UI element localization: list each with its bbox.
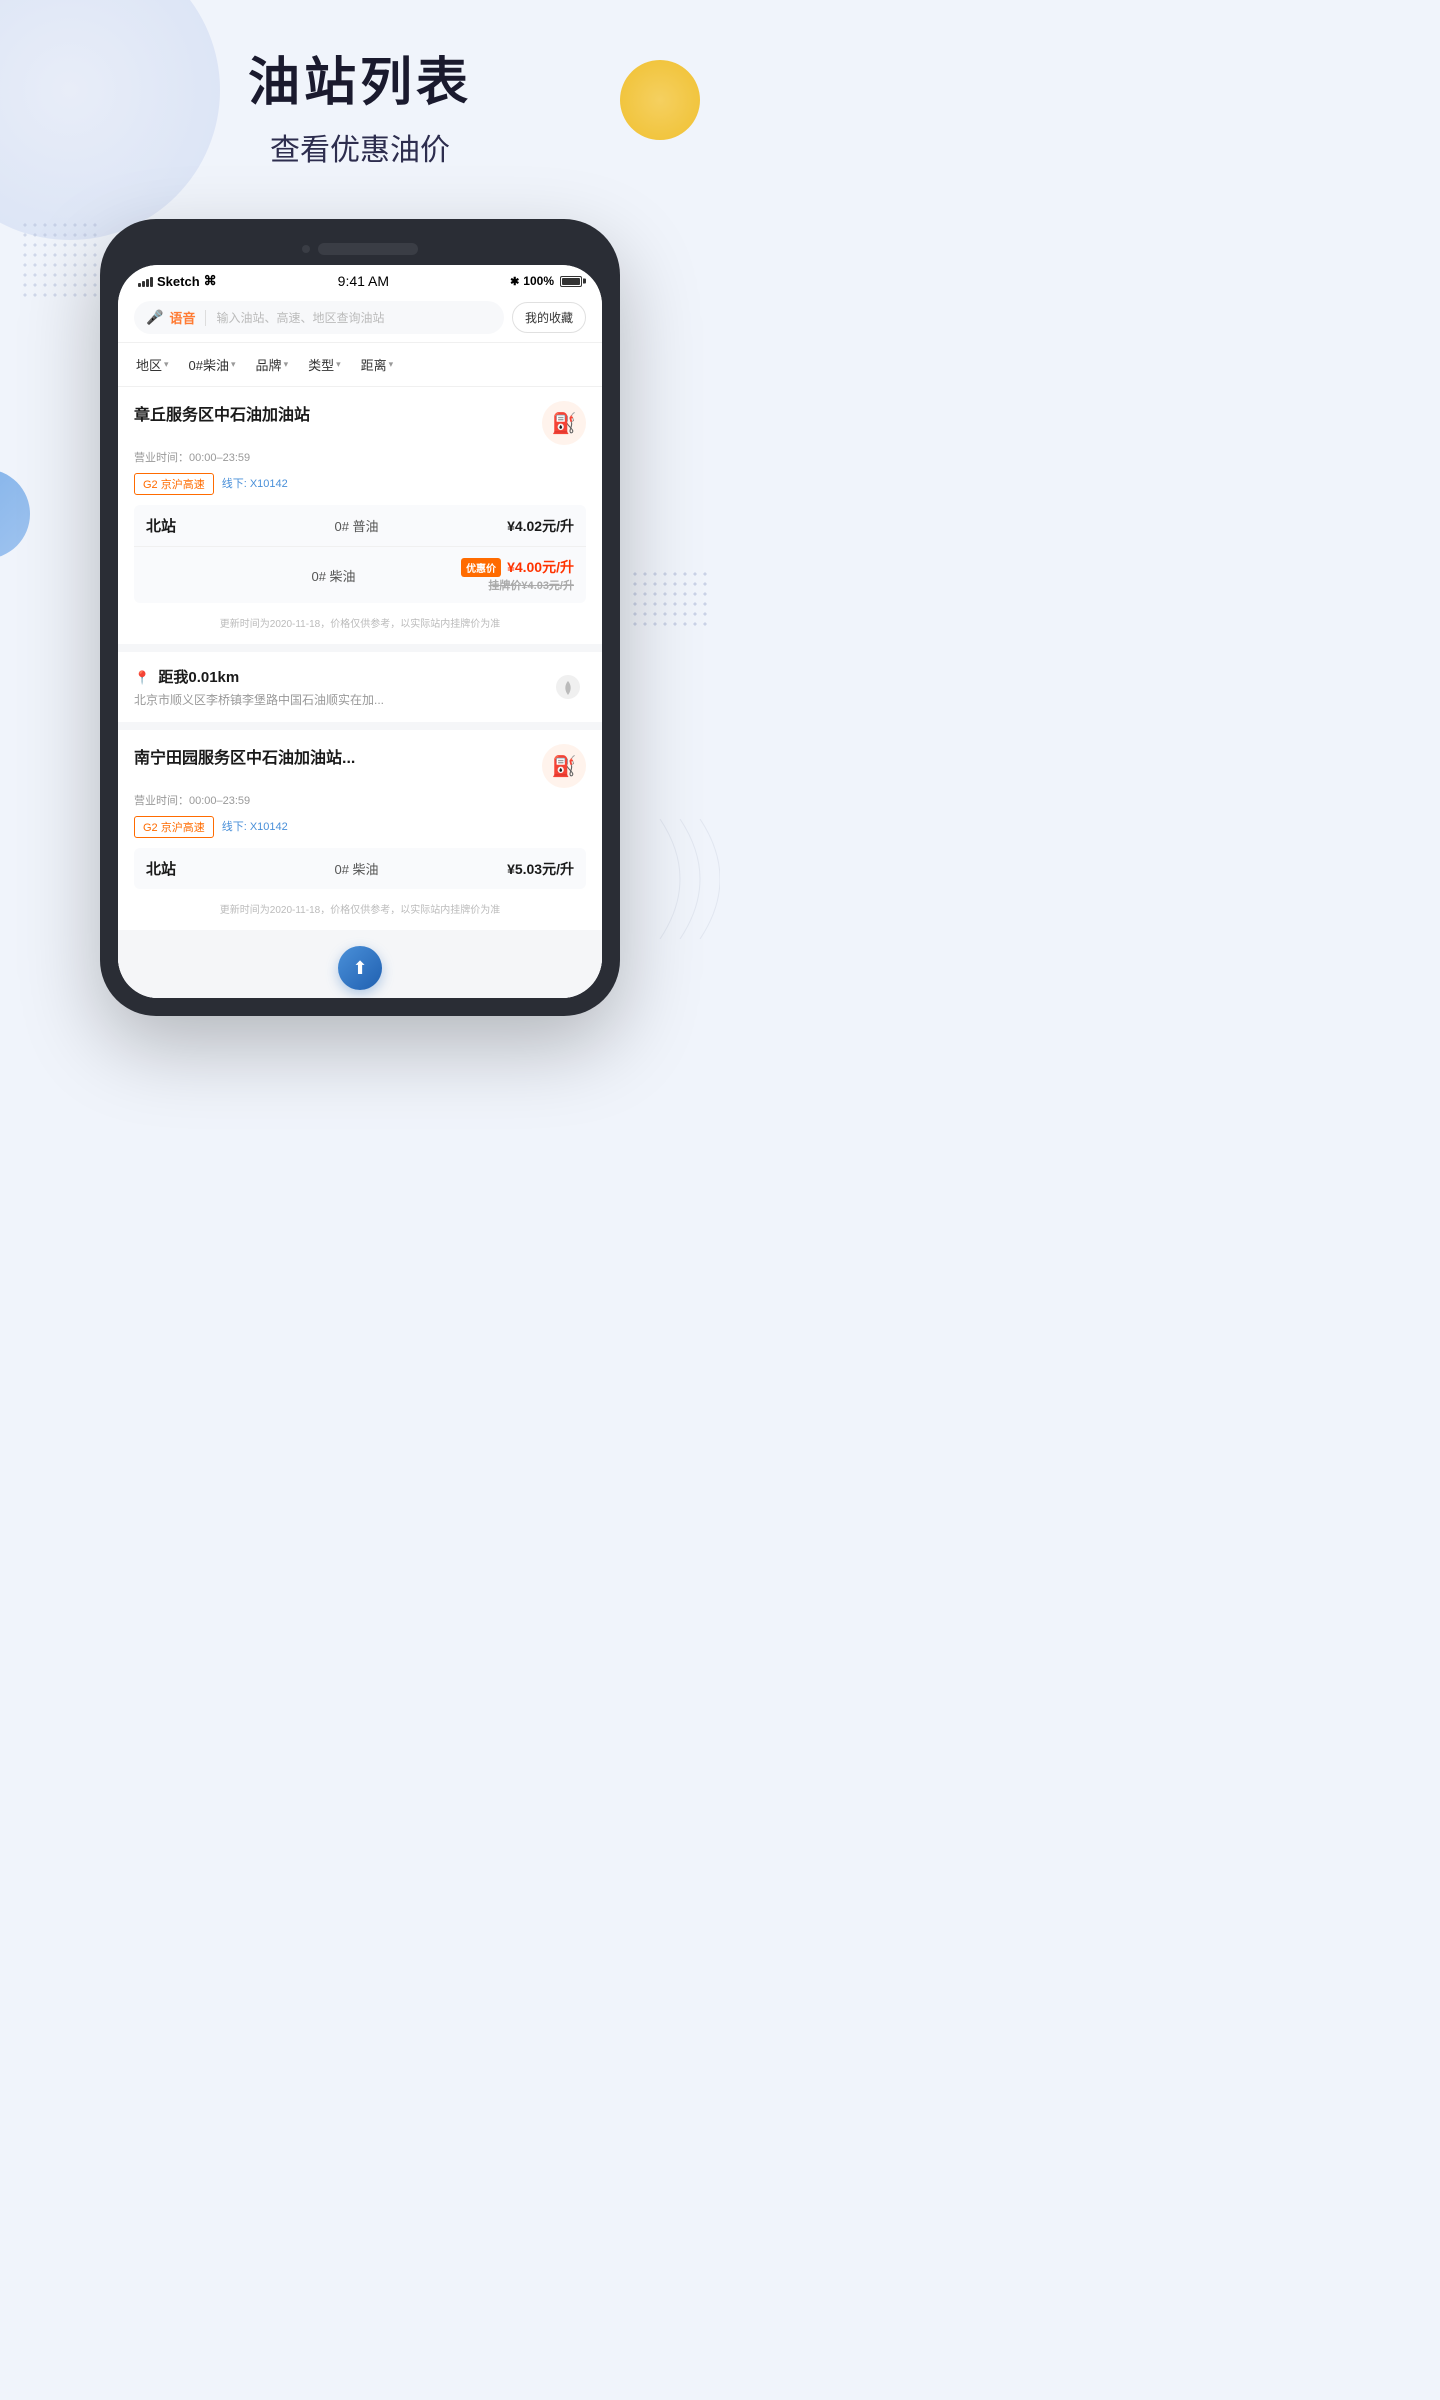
bluetooth-icon: ✱ (510, 275, 519, 288)
battery-fill (562, 278, 580, 285)
battery-icon (560, 276, 582, 287)
station-fuel-icon: ⛽ (542, 401, 586, 445)
discounted-price: ¥4.00元/升 (507, 557, 574, 577)
search-area: 🎤 语音 输入油站、高速、地区查询油站 我的收藏 (118, 293, 602, 343)
filter-type-label: 类型 (308, 355, 334, 374)
price-value-discount: 优惠价 ¥4.00元/升 挂牌价¥4.03元/升 (461, 557, 574, 593)
filter-bar: 地区 ▾ 0#柴油 ▾ 品牌 ▾ 类型 ▾ 距离 ▾ (118, 343, 602, 387)
filter-distance-label: 距离 (361, 355, 387, 374)
tag-line-2: 线下: X10142 (222, 816, 288, 838)
price-table-2: 北站 0# 柴油 ¥5.03元/升 (134, 848, 586, 889)
fab-area: ⬆ (118, 938, 602, 998)
search-divider (205, 310, 206, 326)
phone-mockup-wrapper: Sketch ⌘ 9:41 AM ✱ 100% 🎤 语音 (0, 219, 720, 1016)
tag-highway-2: G2 京沪高速 (134, 816, 214, 838)
signal-icon (138, 275, 153, 287)
price-value-2: ¥5.03元/升 (507, 859, 574, 879)
phone-outer-frame: Sketch ⌘ 9:41 AM ✱ 100% 🎤 语音 (100, 219, 620, 1016)
station-card[interactable]: 章丘服务区中石油加油站 ⛽ 营业时间：00:00–23:59 G2 京沪高速 线… (118, 387, 602, 644)
station-tags: G2 京沪高速 线下: X10142 (134, 473, 586, 495)
carrier-label: Sketch (157, 274, 200, 289)
wifi-icon: ⌘ (204, 273, 217, 289)
page-title: 油站列表 (0, 40, 720, 115)
price-value: ¥4.02元/升 (507, 516, 574, 536)
side-blob-left (0, 469, 30, 559)
station-hours: 营业时间：00:00–23:59 (134, 449, 586, 465)
original-price: 挂牌价¥4.03元/升 (461, 577, 574, 593)
station-header-2: 南宁田园服务区中石油加油站... ⛽ (134, 744, 586, 788)
search-placeholder: 输入油站、高速、地区查询油站 (216, 309, 384, 326)
battery-percentage: 100% (523, 274, 554, 288)
update-time-2: 更新时间为2020-11-18，价格仅供参考，以实际站内挂牌价为准 (134, 897, 586, 916)
voice-label: 语音 (169, 308, 195, 327)
chevron-down-icon: ▾ (231, 359, 236, 370)
distance-address: 北京市顺义区李桥镇李堡路中国石油顺实在加... (134, 691, 550, 708)
station-list: 章丘服务区中石油加油站 ⛽ 营业时间：00:00–23:59 G2 京沪高速 线… (118, 387, 602, 998)
navigate-icon[interactable] (550, 669, 586, 705)
filter-fuel-label: 0#柴油 (189, 355, 229, 374)
chevron-down-icon: ▾ (164, 359, 169, 370)
pin-icon: 📍 (134, 670, 150, 685)
price-row-2: 北站 0# 柴油 ¥5.03元/升 (134, 848, 586, 889)
page-subtitle: 查看优惠油价 (0, 125, 720, 169)
sub-station-label: 北站 (146, 515, 206, 536)
filter-region-label: 地区 (136, 355, 162, 374)
page-header: 油站列表 查看优惠油价 (0, 0, 720, 189)
chevron-down-icon: ▾ (336, 359, 341, 370)
filter-distance[interactable]: 距离 ▾ (353, 351, 402, 378)
price-row-discount: 0# 柴油 优惠价 ¥4.00元/升 挂牌价¥4.03元/升 (134, 547, 586, 603)
status-bar-right: ✱ 100% (510, 274, 582, 288)
station-card-2[interactable]: 南宁田园服务区中石油加油站... ⛽ 营业时间：00:00–23:59 G2 京… (118, 730, 602, 930)
chevron-down-icon: ▾ (284, 359, 289, 370)
fuel-type-label-3: 0# 柴油 (206, 859, 507, 878)
status-bar: Sketch ⌘ 9:41 AM ✱ 100% (118, 265, 602, 293)
station-hours-2: 营业时间：00:00–23:59 (134, 792, 586, 808)
filter-brand-label: 品牌 (256, 355, 282, 374)
chevron-down-icon: ▾ (389, 359, 394, 370)
station-fuel-icon-2: ⛽ (542, 744, 586, 788)
update-time: 更新时间为2020-11-18，价格仅供参考，以实际站内挂牌价为准 (134, 611, 586, 630)
station-name: 章丘服务区中石油加油站 (134, 401, 534, 425)
fuel-type-label-2: 0# 柴油 (206, 566, 461, 585)
phone-notch (118, 237, 602, 261)
search-bar[interactable]: 🎤 语音 输入油站、高速、地区查询油站 (134, 301, 504, 334)
fab-button[interactable]: ⬆ (338, 946, 382, 990)
side-lines-right (620, 819, 720, 939)
tag-line: 线下: X10142 (222, 473, 288, 495)
notch-pill (318, 243, 418, 255)
filter-fuel[interactable]: 0#柴油 ▾ (181, 351, 244, 378)
distance-text: 距我0.01km (158, 669, 239, 686)
side-dots-right (630, 569, 710, 629)
distance-card[interactable]: 📍 距我0.01km 北京市顺义区李桥镇李堡路中国石油顺实在加... (118, 652, 602, 722)
favorites-button[interactable]: 我的收藏 (512, 302, 586, 333)
notch-camera (302, 245, 310, 253)
station-tags-2: G2 京沪高速 线下: X10142 (134, 816, 586, 838)
tag-highway: G2 京沪高速 (134, 473, 214, 495)
filter-region[interactable]: 地区 ▾ (128, 351, 177, 378)
fuel-type-label: 0# 普油 (206, 516, 507, 535)
station-header: 章丘服务区中石油加油站 ⛽ (134, 401, 586, 445)
distance-value: 📍 距我0.01km (134, 666, 550, 687)
filter-type[interactable]: 类型 ▾ (300, 351, 349, 378)
microphone-icon: 🎤 (146, 309, 163, 326)
sub-station-label-3: 北站 (146, 858, 206, 879)
price-table: 北站 0# 普油 ¥4.02元/升 0# 柴油 优惠价 (134, 505, 586, 603)
status-time: 9:41 AM (338, 273, 389, 289)
phone-screen: Sketch ⌘ 9:41 AM ✱ 100% 🎤 语音 (118, 265, 602, 998)
station-name-2: 南宁田园服务区中石油加油站... (134, 744, 534, 768)
discount-badge: 优惠价 (461, 558, 501, 577)
status-bar-left: Sketch ⌘ (138, 273, 217, 289)
filter-brand[interactable]: 品牌 ▾ (248, 351, 297, 378)
fab-icon: ⬆ (352, 958, 367, 979)
price-row: 北站 0# 普油 ¥4.02元/升 (134, 505, 586, 547)
distance-info: 📍 距我0.01km 北京市顺义区李桥镇李堡路中国石油顺实在加... (134, 666, 550, 708)
